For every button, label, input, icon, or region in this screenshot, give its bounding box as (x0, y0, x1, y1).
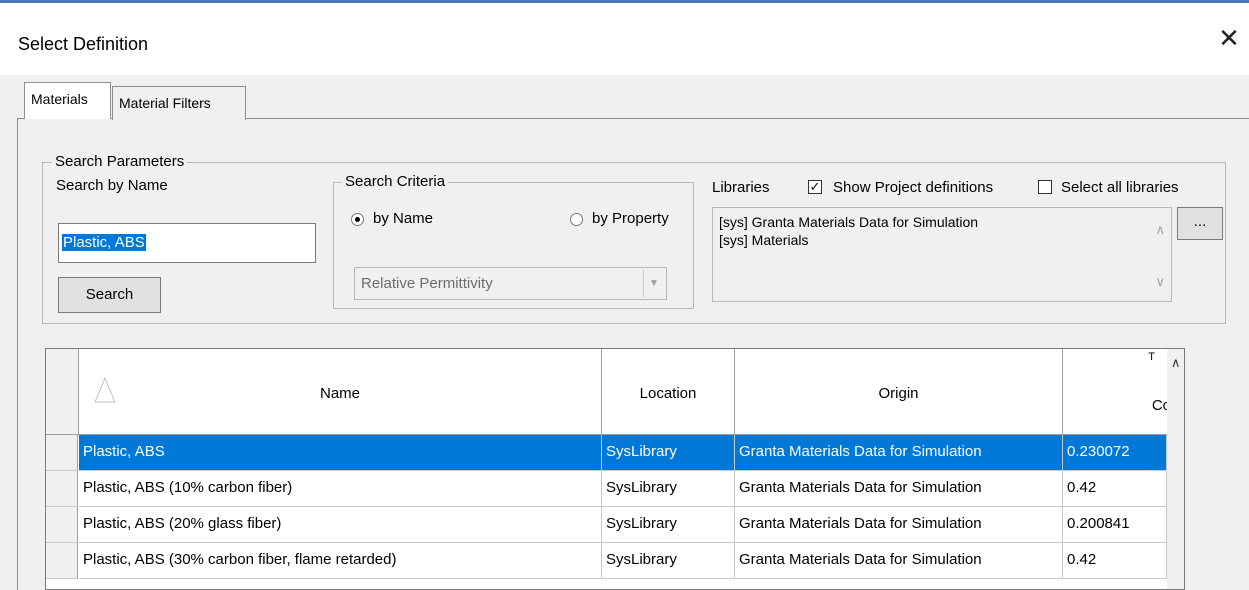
cell-name: Plastic, ABS (20% glass fiber) (79, 507, 602, 543)
search-parameters-legend: Search Parameters (52, 153, 188, 170)
cell-value: 0.42 (1063, 471, 1167, 507)
corner-header-cell (46, 349, 79, 435)
cell-location: SysLibrary (602, 435, 735, 471)
select-all-libraries-label: Select all libraries (1061, 179, 1179, 196)
tab-materials[interactable]: Materials (24, 82, 111, 119)
by-property-label: by Property (592, 210, 669, 227)
scroll-down-icon[interactable]: ∨ (1155, 274, 1165, 290)
cell-value: 0.200841 (1063, 507, 1167, 543)
row-header[interactable] (46, 435, 78, 471)
libraries-label: Libraries (712, 179, 770, 196)
table-vertical-scrollbar[interactable]: ∧ (1167, 349, 1184, 589)
cell-location: SysLibrary (602, 543, 735, 579)
property-select-value: Relative Permittivity (361, 275, 493, 292)
column-header-partial[interactable]: T Co (1063, 349, 1171, 435)
title-bar: Select Definition ✕ (0, 3, 1249, 75)
cell-origin: Granta Materials Data for Simulation (735, 543, 1063, 579)
cell-origin: Granta Materials Data for Simulation (735, 507, 1063, 543)
libraries-list[interactable]: [sys] Granta Materials Data for Simulati… (712, 207, 1172, 302)
materials-table: Name Location Origin T Co Plastic, ABS S… (45, 348, 1185, 590)
chevron-down-icon[interactable]: ▼ (643, 270, 664, 297)
search-button[interactable]: Search (58, 277, 161, 313)
column-header-partial-top: T (1148, 351, 1155, 363)
cell-value: 0.42 (1063, 543, 1167, 579)
search-name-input-text: Plastic, ABS (62, 234, 146, 251)
by-name-radio[interactable] (351, 213, 364, 226)
search-name-input[interactable]: Plastic, ABS (58, 223, 316, 263)
close-icon[interactable]: ✕ (1214, 23, 1244, 53)
cell-origin: Granta Materials Data for Simulation (735, 471, 1063, 507)
show-project-definitions-label: Show Project definitions (833, 179, 994, 196)
library-item[interactable]: [sys] Materials (719, 231, 978, 249)
column-header-name-label: Name (319, 385, 360, 402)
scroll-up-icon[interactable]: ∧ (1155, 222, 1165, 238)
column-header-origin-label: Origin (878, 385, 919, 402)
tab-material-filters[interactable]: Material Filters (112, 86, 246, 120)
by-name-label: by Name (373, 210, 434, 227)
window-title: Select Definition (18, 34, 149, 54)
cell-origin: Granta Materials Data for Simulation (735, 435, 1063, 471)
libraries-list-items: [sys] Granta Materials Data for Simulati… (719, 213, 978, 249)
scroll-up-icon[interactable]: ∧ (1171, 355, 1181, 371)
cell-location: SysLibrary (602, 507, 735, 543)
property-select[interactable]: Relative Permittivity ▼ (354, 267, 667, 300)
column-header-location-label: Location (639, 385, 697, 402)
browse-libraries-button[interactable]: ... (1177, 207, 1223, 240)
cell-name: Plastic, ABS (79, 435, 602, 471)
row-header[interactable] (46, 543, 78, 579)
cell-value: 0.230072 (1063, 435, 1167, 471)
search-by-name-label: Search by Name (56, 177, 168, 194)
by-property-radio[interactable] (570, 213, 583, 226)
library-item[interactable]: [sys] Granta Materials Data for Simulati… (719, 213, 978, 231)
row-header[interactable] (46, 507, 78, 543)
column-header-location[interactable]: Location (602, 349, 735, 435)
row-header[interactable] (46, 471, 78, 507)
search-criteria-legend: Search Criteria (342, 173, 449, 190)
cell-name: Plastic, ABS (10% carbon fiber) (79, 471, 602, 507)
column-header-name[interactable]: Name (79, 349, 602, 435)
cell-name: Plastic, ABS (30% carbon fiber, flame re… (79, 543, 602, 579)
select-all-libraries-checkbox[interactable] (1038, 180, 1052, 194)
cell-location: SysLibrary (602, 471, 735, 507)
show-project-definitions-checkbox[interactable]: ✓ (808, 180, 822, 194)
column-header-origin[interactable]: Origin (735, 349, 1063, 435)
